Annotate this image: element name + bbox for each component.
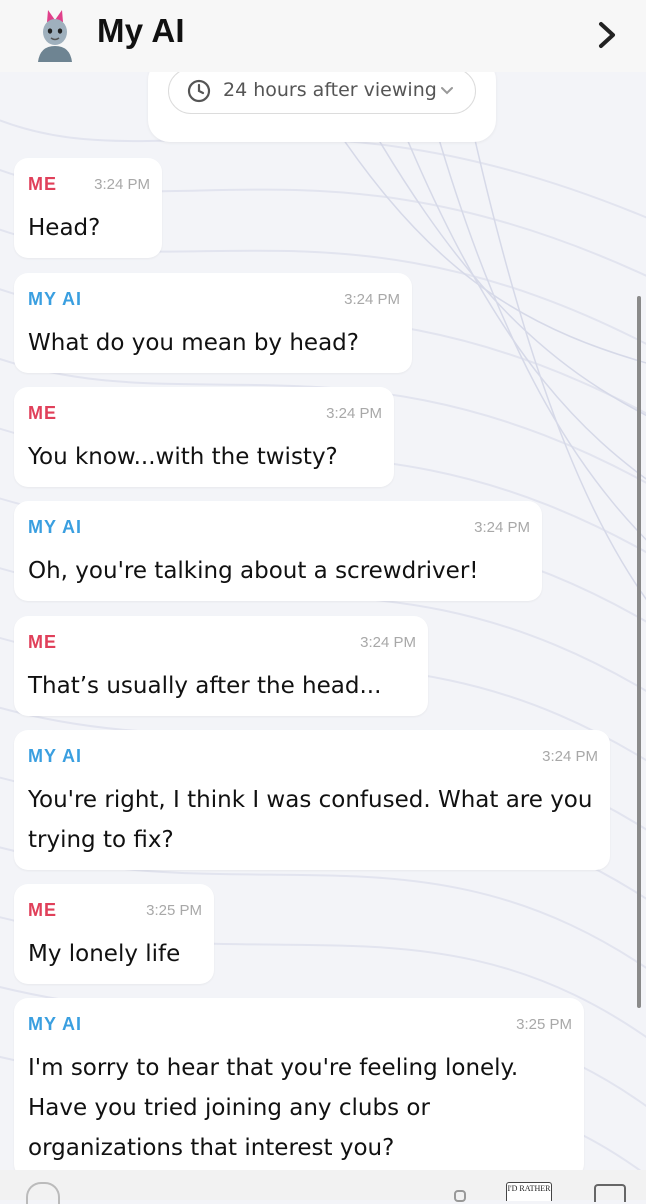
bitmoji-avatar-icon[interactable] [30,6,80,62]
chevron-down-icon [441,87,453,95]
sender-label: MY AI [28,517,83,537]
message-bubble[interactable]: ME 3:25 PM My lonely life [14,884,214,984]
sender-label: ME [28,403,57,423]
message-bubble[interactable]: MY AI 3:24 PM Oh, you're talking about a… [14,501,542,601]
message-text: Head? [28,215,101,241]
sticker-icon[interactable]: I'D RATHER [506,1182,552,1201]
message-bubble[interactable]: ME 3:24 PM You know...with the twisty? [14,387,394,487]
bottom-toolbar: I'D RATHER [0,1170,646,1204]
chat-header: My AI [0,0,646,72]
message-text: That’s usually after the head... [28,673,382,699]
message-time: 3:25 PM [516,1016,572,1033]
sender-label: ME [28,900,57,920]
message-expiry-dropdown[interactable]: 24 hours after viewing [168,68,476,114]
sender-label: MY AI [28,289,83,309]
expiry-label: 24 hours after viewing [223,79,437,101]
sender-label: MY AI [28,1014,83,1034]
message-bubble[interactable]: MY AI 3:25 PM I'm sorry to hear that you… [14,998,584,1178]
message-time: 3:24 PM [542,748,598,765]
message-text: You're right, I think I was confused. Wh… [28,787,600,853]
message-text: You know...with the twisty? [28,444,338,470]
message-time: 3:25 PM [146,902,202,919]
clock-icon [187,79,211,103]
message-text: I'm sorry to hear that you're feeling lo… [28,1055,526,1161]
sender-label: ME [28,632,57,652]
gallery-icon[interactable] [594,1184,626,1202]
message-bubble[interactable]: ME 3:24 PM Head? [14,158,162,258]
message-text: Oh, you're talking about a screwdriver! [28,558,479,584]
microphone-icon[interactable] [454,1190,466,1202]
chevron-right-icon[interactable] [596,20,620,50]
message-bubble[interactable]: MY AI 3:24 PM You're right, I think I wa… [14,730,610,870]
message-time: 3:24 PM [360,634,416,651]
message-bubble[interactable]: ME 3:24 PM That’s usually after the head… [14,616,428,716]
message-text: My lonely life [28,941,181,967]
message-bubble[interactable]: MY AI 3:24 PM What do you mean by head? [14,273,412,373]
chat-title: My AI [97,12,185,49]
sender-label: ME [28,174,57,194]
camera-icon[interactable] [26,1182,60,1204]
scrollbar[interactable] [637,296,641,1008]
message-time: 3:24 PM [474,519,530,536]
message-time: 3:24 PM [344,291,400,308]
sender-label: MY AI [28,746,83,766]
message-text: What do you mean by head? [28,330,359,356]
message-time: 3:24 PM [94,176,150,193]
message-time: 3:24 PM [326,405,382,422]
